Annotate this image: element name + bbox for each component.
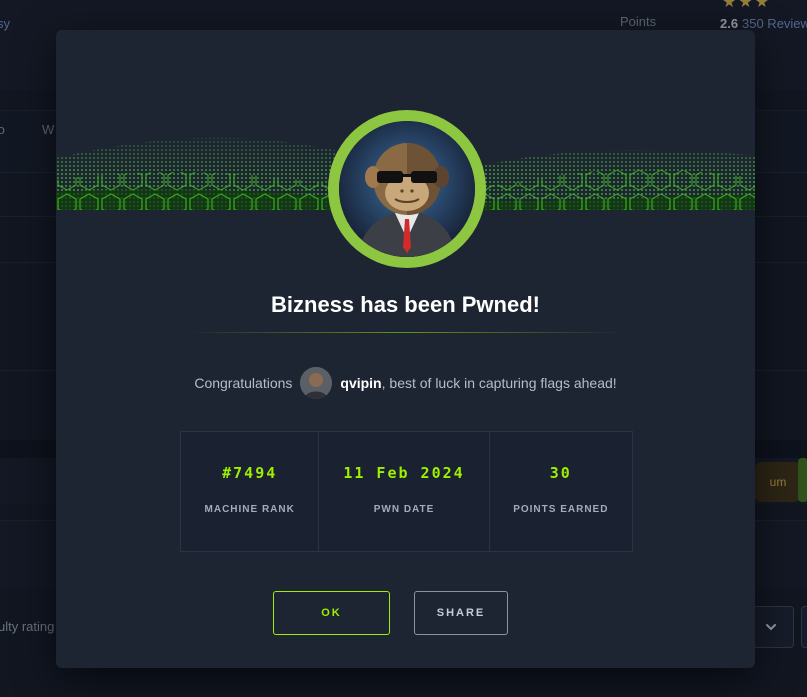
pwned-title: Bizness has been Pwned! bbox=[271, 292, 540, 317]
stat-value: #7494 bbox=[222, 464, 278, 482]
stat-label: MACHINE RANK bbox=[204, 504, 295, 515]
user-avatar-icon bbox=[300, 367, 333, 399]
stat-value: 30 bbox=[549, 464, 572, 482]
stat-label: POINTS EARNED bbox=[513, 504, 609, 515]
machine-avatar-icon bbox=[339, 121, 475, 257]
pwn-stats: #7494 MACHINE RANK 11 Feb 2024 PWN DATE … bbox=[180, 431, 633, 552]
share-button[interactable]: SHARE bbox=[414, 591, 508, 635]
congrats-prefix: Congratulations bbox=[194, 375, 293, 391]
stat-machine-rank: #7494 MACHINE RANK bbox=[181, 432, 320, 551]
ok-button[interactable]: OK bbox=[273, 591, 390, 635]
pwned-modal: Bizness has been Pwned! Congratulations … bbox=[56, 30, 755, 668]
machine-avatar bbox=[328, 110, 486, 268]
stat-label: PWN DATE bbox=[373, 504, 435, 515]
stat-pwn-date: 11 Feb 2024 PWN DATE bbox=[319, 432, 490, 551]
congrats-suffix: , best of luck in capturing flags ahead! bbox=[381, 375, 617, 391]
congrats-username[interactable]: qvipin bbox=[340, 375, 381, 391]
stat-points-earned: 30 POINTS EARNED bbox=[490, 432, 632, 551]
stat-value: 11 Feb 2024 bbox=[343, 464, 465, 482]
user-avatar[interactable] bbox=[300, 367, 333, 399]
congrats-message: Congratulations qvipin , best of luck in… bbox=[56, 367, 755, 399]
title-divider bbox=[184, 332, 626, 333]
